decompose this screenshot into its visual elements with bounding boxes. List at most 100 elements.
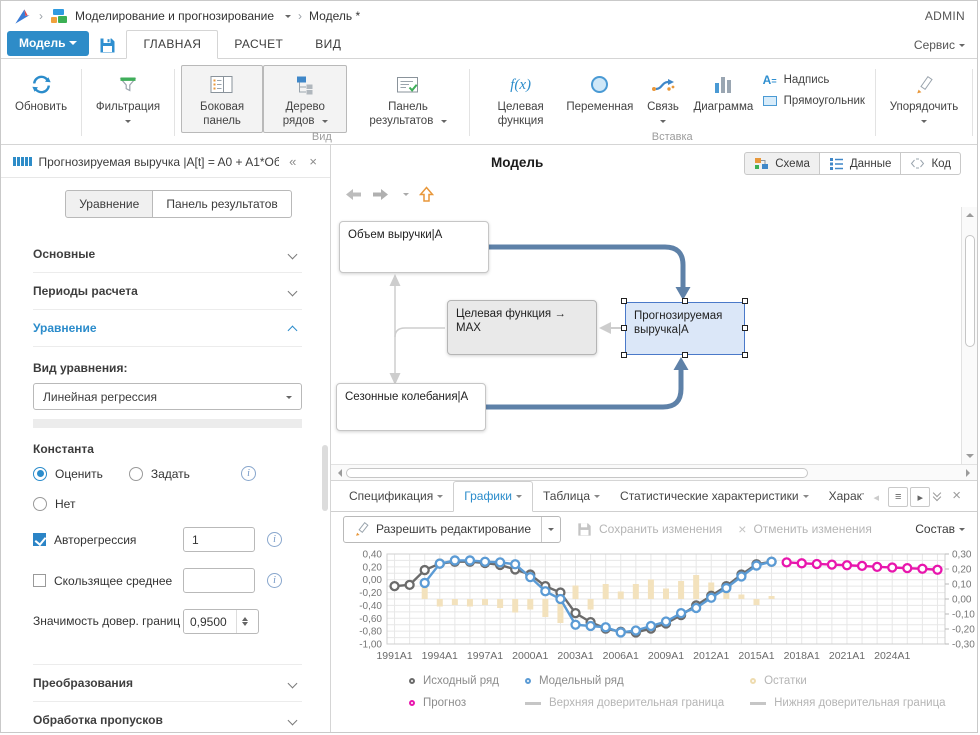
selection-handle[interactable] [742, 352, 748, 358]
panel-scrollbar-thumb[interactable] [322, 445, 328, 511]
collapse-panel-icon[interactable] [934, 492, 940, 500]
scroll-right-icon[interactable] [966, 469, 974, 477]
series-tree-toggle[interactable]: Дерево рядов [263, 65, 347, 133]
service-menu[interactable]: Сервис [914, 38, 965, 52]
legend-item[interactable]: Нижняя доверительная граница [750, 697, 946, 709]
scroll-left-icon[interactable] [334, 469, 342, 477]
autoregression-checkbox[interactable]: Авторегрессия [33, 533, 183, 547]
tab-equation[interactable]: Уравнение [65, 190, 153, 218]
file-menu-button[interactable]: Модель [7, 31, 89, 56]
node-forecast-selected[interactable]: Прогнозируемая выручка|А [625, 302, 745, 355]
section-basic[interactable]: Основные [33, 236, 302, 272]
selection-handle[interactable] [621, 325, 627, 331]
stepper-arrows[interactable] [236, 610, 253, 633]
link-button[interactable]: Связь [634, 65, 692, 133]
moving-average-checkbox[interactable]: Скользящее среднее [33, 574, 183, 588]
vertical-scrollbar[interactable] [961, 207, 977, 464]
selection-handle[interactable] [742, 298, 748, 304]
scrollbar-thumb[interactable] [346, 468, 808, 478]
selection-handle[interactable] [621, 298, 627, 304]
equation-kind-select[interactable]: Линейная регрессия [33, 383, 302, 410]
scroll-up-icon[interactable] [966, 209, 974, 217]
side-panel-toggle[interactable]: Боковая панель [181, 65, 263, 133]
filter-button[interactable]: Фильтрация [88, 65, 168, 133]
diagram-button[interactable]: Диаграмма [692, 65, 755, 119]
nav-forward-icon[interactable] [372, 188, 389, 201]
variable-button[interactable]: Переменная [566, 65, 634, 119]
objective-function-button[interactable]: f(x) Целевая функция [476, 65, 566, 133]
rectangle-button[interactable]: Прямоугольник [763, 95, 865, 107]
info-icon[interactable]: i [267, 573, 282, 588]
tab-table[interactable]: Таблица [533, 482, 610, 511]
view-schema-button[interactable]: Схема [744, 152, 820, 175]
breadcrumb-module[interactable]: Моделирование и прогнозирование [75, 9, 274, 23]
composition-button[interactable]: Состав [915, 522, 965, 536]
section-missing[interactable]: Обработка пропусков [33, 701, 302, 732]
radio-set[interactable]: Задать [129, 467, 190, 481]
scroll-down-icon[interactable] [966, 454, 974, 462]
legend-item[interactable]: Модельный ряд [525, 675, 724, 687]
section-periods[interactable]: Периоды расчета [33, 272, 302, 309]
tab-charts[interactable]: Графики [453, 481, 533, 512]
selection-handle[interactable] [621, 352, 627, 358]
section-transforms[interactable]: Преобразования [33, 664, 302, 701]
ribbon-tab-view[interactable]: ВИД [299, 31, 357, 58]
confidence-stepper[interactable] [183, 609, 259, 634]
tabs-scroll-left-button[interactable]: ◂ [866, 487, 886, 507]
selection-handle[interactable] [682, 298, 688, 304]
radio-estimate[interactable]: Оценить [33, 467, 103, 481]
ribbon-tab-main[interactable]: ГЛАВНАЯ [126, 30, 218, 59]
horizontal-scrollbar[interactable] [331, 464, 977, 480]
svg-text:2006A1: 2006A1 [603, 650, 639, 662]
breadcrumb-document[interactable]: Модель * [309, 9, 360, 23]
node-volume[interactable]: Объем выручки|А [339, 221, 489, 273]
scrollbar-thumb[interactable] [965, 235, 975, 347]
composition-label: Состав [915, 522, 955, 536]
cancel-changes-button[interactable]: × Отменить изменения [738, 521, 872, 537]
legend-item[interactable]: Остатки [750, 675, 946, 687]
breadcrumb-module-caret-icon[interactable] [285, 15, 291, 21]
allow-editing-button[interactable]: Разрешить редактирование [343, 516, 561, 543]
tab-specification[interactable]: Спецификация [339, 482, 453, 511]
nav-history-caret-icon[interactable] [403, 193, 409, 199]
allow-editing-dropdown[interactable] [541, 517, 560, 542]
autoregression-input[interactable] [183, 527, 255, 552]
legend-item[interactable]: Прогноз [409, 697, 499, 709]
node-seasonal[interactable]: Сезонные колебания|А [336, 383, 486, 431]
close-panel-icon[interactable]: × [306, 154, 320, 169]
confidence-input[interactable] [184, 610, 236, 633]
results-panel-label: Панель результатов [369, 101, 433, 127]
diagram-canvas[interactable]: Объем выручки|А Целевая функция → MAX Пр… [331, 207, 961, 464]
fx-icon: f(x) [510, 71, 531, 98]
info-icon[interactable]: i [241, 466, 256, 481]
save-icon[interactable] [99, 37, 116, 54]
label-button[interactable]: A= Надпись [763, 73, 865, 87]
tab-statistics[interactable]: Статистические характеристики [610, 482, 819, 511]
radio-none[interactable]: Нет [33, 497, 75, 511]
view-code-button[interactable]: Код [900, 152, 961, 175]
app-logo-icon[interactable] [13, 7, 32, 26]
tabs-menu-button[interactable]: ≡ [888, 487, 908, 507]
legend-item[interactable]: Исходный ряд [409, 675, 499, 687]
info-icon[interactable]: i [267, 532, 282, 547]
tab-characteristics[interactable]: Характ [819, 482, 865, 511]
section-equation[interactable]: Уравнение [33, 309, 302, 347]
moving-average-input[interactable] [183, 568, 255, 593]
nav-back-icon[interactable] [345, 188, 362, 201]
save-changes-button[interactable]: Сохранить изменения [577, 522, 722, 537]
select-cursor-icon[interactable] [419, 186, 434, 203]
node-objective[interactable]: Целевая функция → MAX [447, 300, 597, 355]
legend-item[interactable]: Верхняя доверительная граница [525, 697, 724, 709]
user-name[interactable]: ADMIN [925, 9, 965, 23]
selection-handle[interactable] [742, 325, 748, 331]
collapse-panel-icon[interactable]: « [286, 154, 299, 169]
tab-results-panel[interactable]: Панель результатов [152, 190, 291, 218]
refresh-button[interactable]: Обновить [7, 65, 75, 119]
ribbon-tab-calc[interactable]: РАСЧЕТ [218, 31, 299, 58]
close-panel-icon[interactable]: × [952, 488, 961, 503]
selection-handle[interactable] [682, 352, 688, 358]
tabs-scroll-right-button[interactable]: ▸ [910, 487, 930, 507]
arrange-button[interactable]: Упорядочить [882, 65, 966, 133]
view-data-button[interactable]: Данные [819, 152, 902, 175]
results-panel-button[interactable]: Панель результатов [353, 65, 462, 133]
